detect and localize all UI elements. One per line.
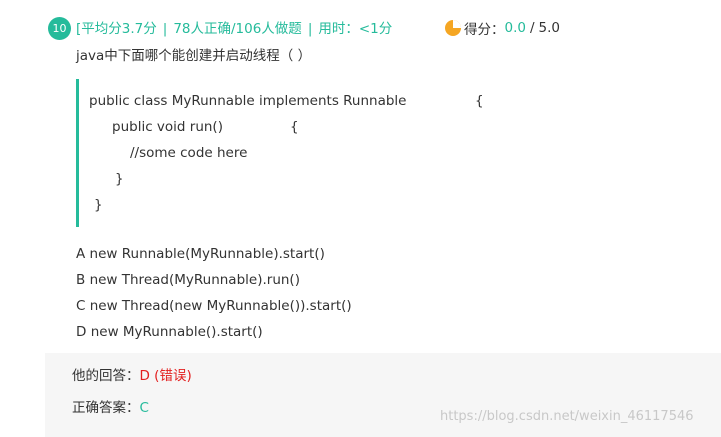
option-a: A new Runnable(MyRunnable).start() (76, 244, 325, 264)
pie-chart-icon (445, 20, 461, 36)
option-letter: C (76, 298, 86, 314)
option-text: new Runnable(MyRunnable).start() (89, 246, 325, 262)
code-line-1: public class MyRunnable implements Runna… (89, 93, 407, 109)
question-stats: [平均分3.7分 | 78人正确/106人做题 | 用时：<1分 (76, 19, 392, 39)
option-b: B new Thread(MyRunnable).run() (76, 270, 300, 290)
option-letter: A (76, 246, 86, 262)
stats-separator: | (307, 21, 313, 37)
option-letter: D (76, 324, 87, 340)
user-answer-label: 他的回答： (72, 368, 140, 384)
code-block: public class MyRunnable implements Runna… (76, 79, 523, 227)
score-display: 得分： 0.0/5.0 (444, 18, 560, 38)
code-line-5: } (94, 197, 103, 213)
option-c: C new Thread(new MyRunnable()).start() (76, 296, 352, 316)
score-got: 0.0 (504, 20, 526, 36)
option-text: new Thread(MyRunnable).run() (89, 272, 300, 288)
user-answer-value: D (错误) (139, 368, 192, 384)
question-text: java中下面哪个能创建并启动线程（ ） (76, 48, 312, 64)
option-text: new Thread(new MyRunnable()).start() (89, 298, 352, 314)
code-line-4: } (115, 171, 124, 187)
question-number-badge: 10 (48, 17, 71, 40)
option-text: new MyRunnable().start() (90, 324, 263, 340)
code-line-2: public void run() (112, 119, 223, 135)
correct-answer-label: 正确答案： (72, 400, 140, 416)
option-d: D new MyRunnable().start() (76, 322, 263, 342)
correct-answer-value: C (139, 400, 149, 416)
user-answer-row: 他的回答：D (错误) (72, 366, 192, 386)
average-score: [平均分3.7分 (76, 21, 157, 37)
stats-separator: | (162, 21, 168, 37)
watermark: https://blog.csdn.net/weixin_46117546 (440, 409, 694, 424)
option-letter: B (76, 272, 86, 288)
score-slash: / (529, 20, 535, 36)
correct-count: 78人正确/106人做题 (173, 21, 302, 37)
correct-answer-row: 正确答案：C (72, 398, 149, 418)
code-line-1-brace: { (475, 93, 484, 109)
time-used: 用时：<1分 (318, 21, 393, 37)
code-line-2-brace: { (290, 119, 299, 135)
question-card: 10 [平均分3.7分 | 78人正确/106人做题 | 用时：<1分 得分： 0.0/5… (0, 0, 721, 437)
code-line-3: //some code here (130, 145, 248, 161)
score-label: 得分： (464, 22, 505, 38)
score-total: 5.0 (538, 20, 561, 36)
